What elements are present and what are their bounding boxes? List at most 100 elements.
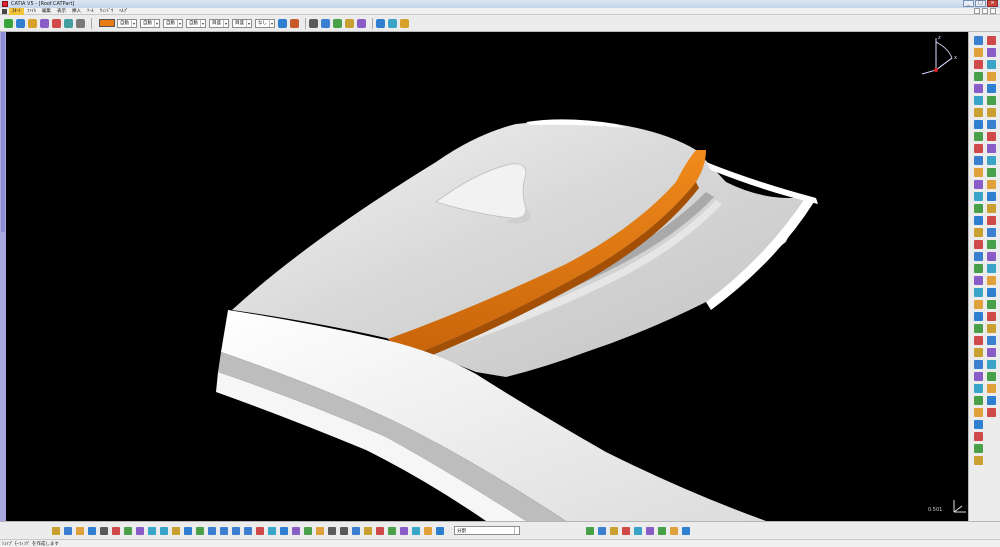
sketcher-icon[interactable] [974,36,983,45]
color-swatch[interactable] [99,19,115,27]
chevron-down-icon[interactable] [177,19,182,27]
connect-check-icon[interactable] [388,526,396,535]
chevron-down-icon[interactable] [223,19,228,27]
line-icon[interactable] [974,312,983,321]
measure-icon[interactable] [974,192,983,201]
hide-show-icon[interactable] [304,526,312,535]
surface-icon[interactable] [987,48,996,57]
pointer-icon[interactable] [16,18,25,28]
redo-icon[interactable] [160,526,168,535]
catia-logo-icon[interactable] [974,456,983,465]
fill-icon[interactable] [974,96,983,105]
extrude-icon[interactable] [974,48,983,57]
layer-combo[interactable]: 目盛 [232,18,252,28]
curvature-analysis-icon[interactable] [376,526,384,535]
chevron-down-icon[interactable] [514,527,519,534]
edge-fillet-icon[interactable] [987,192,996,201]
fill-surface-icon[interactable] [987,84,996,93]
sweep-surface-icon[interactable] [987,72,996,81]
print-icon[interactable] [100,526,108,535]
painter-icon[interactable] [278,18,287,28]
capture-icon[interactable] [987,408,996,417]
paste-icon[interactable] [136,526,144,535]
update-icon[interactable] [364,526,372,535]
cut-icon[interactable] [112,526,120,535]
surface-analysis-icon[interactable] [412,526,420,535]
multisection-icon[interactable] [987,60,996,69]
trim-icon[interactable] [974,144,983,153]
helix-icon[interactable] [974,348,983,357]
knowledge-advisor-icon[interactable] [670,526,678,535]
face-fillet-icon[interactable] [987,216,996,225]
rotate-icon[interactable] [974,396,983,405]
work-support-icon[interactable] [987,264,996,273]
formula-icon[interactable] [682,526,690,535]
parameter-icon[interactable] [400,18,409,28]
analysis-icon[interactable] [974,204,983,213]
boundary-icon[interactable] [974,264,983,273]
transform-icon[interactable] [974,180,983,189]
open-icon[interactable] [76,526,84,535]
section-icon[interactable] [987,360,996,369]
fly-mode-icon[interactable] [184,526,192,535]
point-symbol-combo[interactable]: 自動 [186,18,206,28]
shape-fillet-icon[interactable] [987,180,996,189]
operation-combo[interactable]: 分割 [454,526,520,535]
chevron-down-icon[interactable] [131,19,136,27]
apply-material-icon[interactable] [658,526,666,535]
variable-fillet-icon[interactable] [987,204,996,213]
hide-show-icon[interactable] [987,288,996,297]
analysis-view-icon[interactable] [352,526,360,535]
offset-icon[interactable] [974,108,983,117]
chevron-down-icon[interactable] [269,19,274,27]
trim-surface-icon[interactable] [987,168,996,177]
color-icon[interactable] [28,18,37,28]
fillet-icon[interactable] [974,156,983,165]
transparency-combo[interactable]: 自動 [117,18,137,28]
untrim-icon[interactable] [987,132,996,141]
menu-help[interactable]: ﾍﾙﾌﾟ [116,8,131,15]
maximize-button[interactable]: □ [975,0,986,7]
draft-analysis-icon[interactable] [400,526,408,535]
pattern-icon[interactable] [974,360,983,369]
document-icon[interactable] [2,8,7,14]
circle-icon[interactable] [974,324,983,333]
extract-icon[interactable] [974,252,983,261]
menu-view[interactable]: 表示 [54,8,69,15]
publish-icon[interactable] [586,526,594,535]
update-icon[interactable] [376,18,385,28]
shading-icon[interactable] [292,526,300,535]
scale-icon[interactable] [974,384,983,393]
blend-surface-icon[interactable] [987,96,996,105]
normal-view-icon[interactable] [256,526,264,535]
compass-widget[interactable]: z x [912,32,960,80]
menu-edit[interactable]: 編集 [39,8,54,15]
zoom-out-icon[interactable] [244,526,252,535]
menu-start[interactable]: ｽﾀｰﾄ [9,7,24,15]
link-icon[interactable] [64,18,73,28]
pan-icon[interactable] [208,526,216,535]
line-type-combo[interactable]: 自動 [163,18,183,28]
3d-snap-icon[interactable] [987,276,996,285]
chevron-down-icon[interactable] [154,19,159,27]
doc-close-button[interactable] [990,8,996,14]
menu-tools[interactable]: ﾂｰﾙ [84,8,97,15]
environment-icon[interactable] [987,348,996,357]
reflect-lines-icon[interactable] [424,526,432,535]
distance-icon[interactable] [987,384,996,393]
revolve-icon[interactable] [974,60,983,69]
swap-view-icon[interactable] [987,300,996,309]
symmetry-icon[interactable] [974,372,983,381]
render-style-combo[interactable]: 目盛 [209,18,229,28]
plane-icon[interactable] [974,300,983,309]
surface-icon[interactable] [345,18,354,28]
doc-restore-button[interactable] [982,8,988,14]
3d-viewport[interactable]: z x [6,32,968,521]
curvature-icon[interactable] [974,216,983,225]
point-icon[interactable] [309,18,318,28]
menu-window[interactable]: ｳｨﾝﾄﾞｳ [97,8,117,15]
scripting-icon[interactable] [598,526,606,535]
line-thickness-combo[interactable]: 自動 [140,18,160,28]
analysis-icon[interactable] [357,18,366,28]
light-icon[interactable] [987,336,996,345]
